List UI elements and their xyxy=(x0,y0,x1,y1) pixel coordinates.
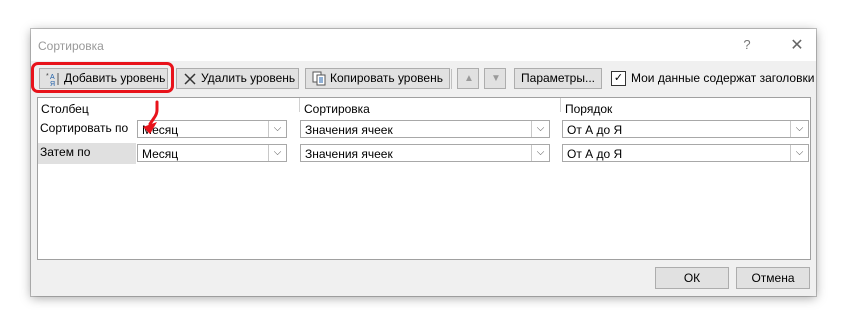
annotation-arrow xyxy=(143,100,159,134)
